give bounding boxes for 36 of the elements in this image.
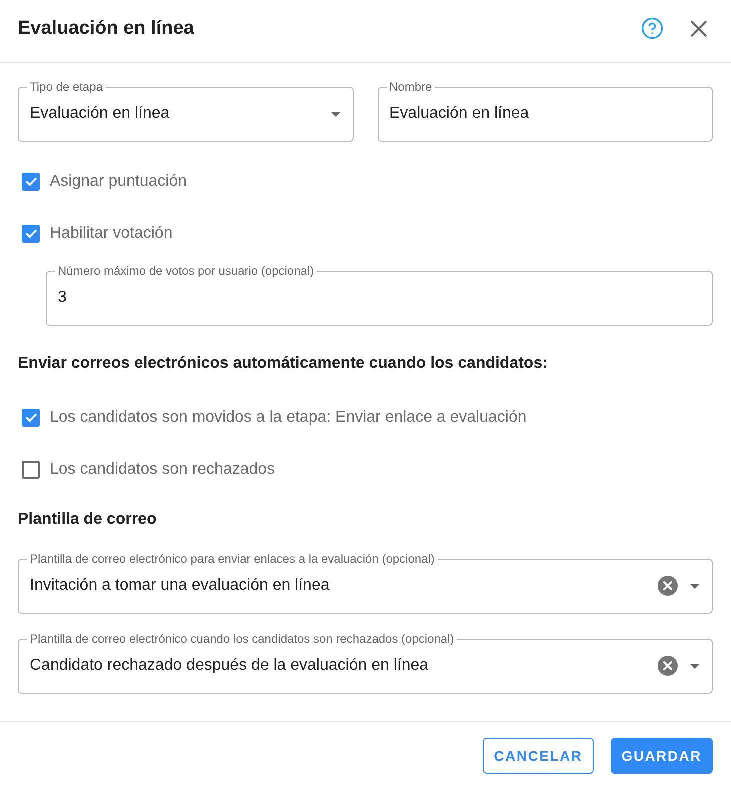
select-field[interactable]: Plantilla de correo electrónico para enviar enlaces a la evaluación (opcional) Invitación a tomar una evaluación en línea — [18, 552, 713, 614]
field-value: Invitación a tomar una evaluación en línea — [30, 577, 330, 595]
checkbox[interactable] — [22, 225, 40, 243]
checkmark-icon — [26, 230, 36, 238]
field-label: Plantilla de correo electrónico para enviar enlaces a la evaluación (opcional) — [29, 552, 436, 566]
section-heading: Enviar correos electrónicos automáticamente cuando los candidatos: — [18, 354, 549, 374]
checkbox-label: Habilitar votación — [50, 225, 173, 243]
section-heading: Plantilla de correo — [18, 510, 158, 530]
checkbox[interactable] — [22, 173, 40, 191]
caret-icon[interactable] — [690, 664, 700, 668]
text-field[interactable]: Nombre Evaluación en línea — [378, 80, 713, 142]
checkmark-icon — [26, 178, 36, 186]
field-value: Evaluación en línea — [390, 105, 530, 123]
checkbox-label: Los candidatos son rechazados — [50, 461, 276, 479]
close-icon[interactable] — [691, 20, 707, 36]
checkbox-label: Asignar puntuación — [50, 173, 187, 191]
caret-icon[interactable] — [690, 584, 700, 588]
select-field[interactable]: Tipo de etapa Evaluación en línea — [18, 80, 354, 142]
checkbox-label: Los candidatos son movidos a la etapa: Enviar enlace a evaluación — [50, 409, 527, 427]
field-label: Número máximo de votos por usuario (opcional) — [57, 264, 316, 278]
field-label: Tipo de etapa — [29, 80, 104, 94]
help-icon[interactable] — [642, 18, 663, 39]
dialog-title: Evaluación en línea — [18, 18, 194, 40]
field-value: 3 — [58, 289, 67, 307]
field-label: Plantilla de correo electrónico cuando los candidatos son rechazados (opcional) — [29, 632, 456, 646]
checkbox[interactable] — [22, 461, 40, 479]
checkmark-icon — [26, 414, 36, 422]
field-value: Evaluación en línea — [30, 105, 170, 123]
field-label: Nombre — [388, 80, 434, 94]
field-value: Candidato rechazado después de la evaluación en línea — [30, 657, 429, 675]
caret-icon[interactable] — [330, 112, 340, 116]
clear-icon[interactable] — [658, 576, 678, 596]
clear-icon[interactable] — [658, 656, 678, 676]
checkbox[interactable] — [22, 409, 40, 427]
text-field[interactable]: Número máximo de votos por usuario (opcional) 3 — [46, 264, 713, 326]
select-field[interactable]: Plantilla de correo electrónico cuando los candidatos son rechazados (opcional) Candidato rechazado después de la evaluación en línea — [18, 632, 713, 694]
